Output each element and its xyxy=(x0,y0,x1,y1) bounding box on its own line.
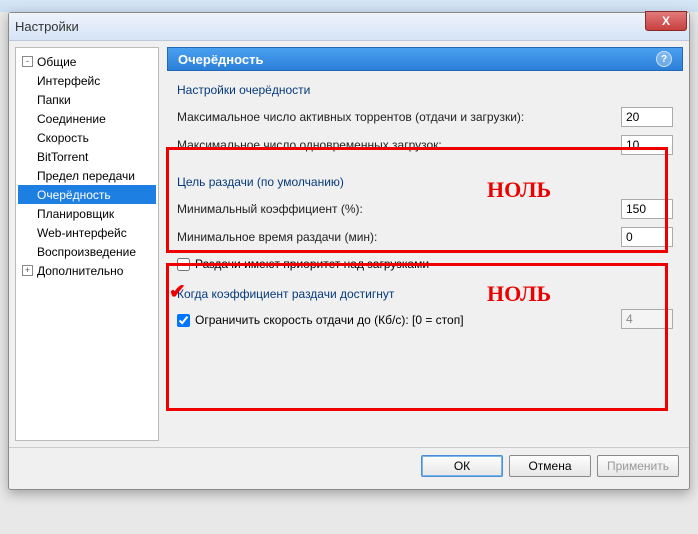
window-title: Настройки xyxy=(15,19,79,34)
section-header: Очерёдность ? xyxy=(167,47,683,71)
limit-upload-input[interactable] xyxy=(621,309,673,329)
group-seed-goal-title: Цель раздачи (по умолчанию) xyxy=(177,175,673,189)
annotation-box-2 xyxy=(166,263,668,411)
tree-item-scheduler[interactable]: Планировщик xyxy=(18,204,156,223)
tree-item-general[interactable]: - Общие xyxy=(18,52,156,71)
section-title: Очерёдность xyxy=(178,52,264,67)
limit-upload-checkbox[interactable] xyxy=(177,314,190,327)
min-ratio-label: Минимальный коэффициент (%): xyxy=(177,202,621,216)
group-ratio-reached-title: Когда коэффициент раздачи достигнут xyxy=(177,287,673,301)
category-tree[interactable]: - Общие Интерфейс Папки Соединение Скоро… xyxy=(15,47,159,441)
min-time-input[interactable] xyxy=(621,227,673,247)
settings-panel: Настройки очерёдности Максимальное число… xyxy=(167,71,683,441)
group-queue-title: Настройки очерёдности xyxy=(177,83,673,97)
help-icon[interactable]: ? xyxy=(656,51,672,67)
tree-item-connection[interactable]: Соединение xyxy=(18,109,156,128)
tree-item-playback[interactable]: Воспроизведение xyxy=(18,242,156,261)
tree-item-webui[interactable]: Web-интерфейс xyxy=(18,223,156,242)
limit-upload-label: Ограничить скорость отдачи до (Кб/с): [0… xyxy=(195,313,673,327)
collapse-icon[interactable]: - xyxy=(22,56,33,67)
max-active-input[interactable] xyxy=(621,107,673,127)
tree-item-interface[interactable]: Интерфейс xyxy=(18,71,156,90)
titlebar: Настройки X xyxy=(9,13,689,41)
max-active-label: Максимальное число активных торрентов (о… xyxy=(177,110,621,124)
expand-icon[interactable]: + xyxy=(22,265,33,276)
seed-priority-label: Раздачи имеют приоритет над загрузками xyxy=(195,257,429,271)
cancel-button[interactable]: Отмена xyxy=(509,455,591,477)
tree-item-queue[interactable]: Очерёдность xyxy=(18,185,156,204)
ok-button[interactable]: ОК xyxy=(421,455,503,477)
tree-item-transfer-limit[interactable]: Предел передачи xyxy=(18,166,156,185)
close-icon: X xyxy=(662,14,670,28)
max-downloads-input[interactable] xyxy=(621,135,673,155)
min-time-label: Минимальное время раздачи (мин): xyxy=(177,230,621,244)
tree-item-bittorrent[interactable]: BitTorrent xyxy=(18,147,156,166)
apply-button[interactable]: Применить xyxy=(597,455,679,477)
close-button[interactable]: X xyxy=(645,11,687,31)
dialog-footer: ОК Отмена Применить xyxy=(9,447,689,483)
tree-item-speed[interactable]: Скорость xyxy=(18,128,156,147)
max-downloads-label: Максимальное число одновременных загрузо… xyxy=(177,138,621,152)
seed-priority-checkbox[interactable] xyxy=(177,258,190,271)
min-ratio-input[interactable] xyxy=(621,199,673,219)
tree-item-advanced[interactable]: + Дополнительно xyxy=(18,261,156,280)
tree-item-folders[interactable]: Папки xyxy=(18,90,156,109)
settings-dialog: Настройки X - Общие Интерфейс Папки Соед… xyxy=(8,12,690,490)
